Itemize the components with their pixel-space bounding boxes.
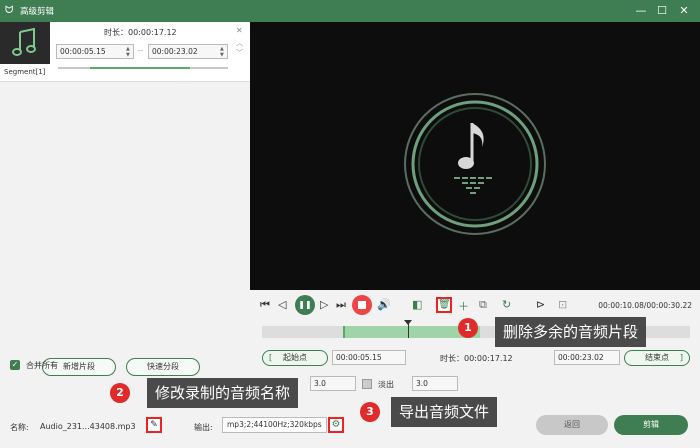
maximize-button[interactable]: ☐ — [655, 4, 669, 18]
annotation-label-3: 导出音频文件 — [391, 397, 498, 427]
cut-button[interactable]: 剪辑 — [614, 415, 688, 435]
pause-button[interactable]: ❚❚ — [295, 295, 315, 315]
copy-icon[interactable]: ⧉ — [479, 298, 487, 312]
playback-controls: ⏮ ◁ ❚❚ ▷ ⏭ 🔊 ◧ 🗑 ＋ ⧉ ↻ ⊳ ⊡ 00:00:10.08/0… — [250, 292, 700, 320]
annotation-label-1: 删除多余的音频片段 — [495, 317, 647, 347]
previous-frame-icon[interactable]: ◁ — [278, 298, 286, 311]
fit-icon[interactable]: ⊡ — [558, 298, 567, 311]
edit-name-button[interactable]: ✎ — [146, 417, 162, 433]
segment-start-input[interactable]: 00:00:05.15 ▲ ▼ — [56, 44, 134, 59]
segment-start-value: 00:00:05.15 — [60, 47, 106, 56]
trim-duration: 时长：00:00:17.12 — [440, 354, 513, 363]
fade-row: 3.0 淡出 3.0 — [262, 376, 690, 392]
title-bar: ᗢ 高级剪辑 — ☐ ✕ — [0, 0, 700, 22]
fade-out-input[interactable]: 3.0 — [412, 376, 458, 391]
window-title: 高级剪辑 — [20, 7, 55, 17]
spin-icon[interactable]: ▲ ▼ — [220, 46, 226, 58]
fade-in-value: 3.0 — [314, 379, 326, 388]
annotation-number-2: 2 — [110, 383, 130, 403]
playhead[interactable] — [407, 322, 409, 338]
back-button[interactable]: 返回 — [536, 415, 608, 435]
refresh-icon[interactable]: ↻ — [502, 298, 511, 311]
output-format-field[interactable]: mp3;2;44100Hz;320kbps — [222, 417, 327, 433]
spin-icon[interactable]: ▲ ▼ — [126, 46, 132, 58]
segment-range-bar — [58, 67, 228, 69]
start-point-label: 起始点 — [283, 353, 307, 362]
segment-label: Segment[1] — [4, 68, 46, 76]
go-to-start-icon[interactable]: ⏮ — [260, 298, 270, 312]
start-point-button[interactable]: [ 起始点 — [262, 350, 328, 366]
trim-start-value: 00:00:05.15 — [336, 353, 382, 362]
fade-out-checkbox[interactable] — [362, 379, 372, 389]
volume-icon[interactable]: 🔊 — [377, 298, 391, 311]
music-note-icon — [12, 28, 36, 56]
fade-in-input[interactable]: 3.0 — [310, 376, 356, 391]
delete-segment-button[interactable]: 🗑 — [436, 297, 452, 313]
name-label: 名称: — [10, 423, 29, 432]
quick-split-button[interactable]: 快速分段 — [126, 358, 200, 376]
music-note-disc-icon — [404, 93, 546, 235]
trim-row: [ 起始点 00:00:05.15 时长：00:00:17.12 00:00:2… — [262, 350, 690, 366]
trim-end-value: 00:00:23.02 — [558, 353, 604, 362]
chevron-down-icon[interactable]: ﹀ — [236, 48, 243, 58]
go-to-end-icon[interactable]: ⏭ — [336, 298, 346, 312]
annotation-label-2: 修改录制的音频名称 — [147, 378, 299, 408]
rabbit-icon: ᗢ — [5, 5, 14, 16]
segment-panel: Segment[1] 时长：00:00:17.12 ✕ ︿ ﹀ 00:00:05… — [0, 22, 250, 402]
merge-all-checkbox[interactable]: ✓ — [10, 360, 20, 370]
annotation-number-1: 1 — [458, 318, 478, 338]
trim-end-input[interactable]: 00:00:23.02 — [554, 350, 620, 365]
remove-segment-icon[interactable]: ✕ — [236, 26, 243, 35]
chevron-up-icon[interactable]: ︿ — [236, 38, 243, 48]
next-frame-icon[interactable]: ▷ — [320, 298, 328, 311]
trim-start-input[interactable]: 00:00:05.15 — [332, 350, 406, 365]
preview-segment-icon[interactable]: ⊳ — [536, 298, 545, 311]
fade-out-value: 3.0 — [416, 379, 428, 388]
output-label: 输出: — [194, 423, 213, 432]
merge-all-label: 合并所有 — [26, 361, 58, 370]
segment-thumbnail — [0, 22, 50, 64]
fade-out-label: 淡出 — [378, 380, 394, 389]
end-point-label: 结束点 — [645, 353, 669, 362]
bottom-bar: 名称: Audio_231...43408.mp3 ✎ 输出: mp3;2;44… — [0, 410, 700, 448]
end-point-button[interactable]: 结束点 ] — [624, 350, 690, 366]
bracket-right-icon: ] — [679, 353, 683, 362]
record-stop-button[interactable] — [352, 295, 372, 315]
output-settings-button[interactable]: ⚙ — [328, 417, 344, 433]
time-readout: 00:00:10.08/00:00:30.22 — [598, 301, 692, 310]
bracket-left-icon: [ — [269, 353, 273, 362]
filename: Audio_231...43408.mp3 — [40, 422, 136, 431]
add-icon[interactable]: ＋ — [458, 298, 469, 314]
preview-area — [250, 22, 700, 290]
time-separator: -- — [138, 47, 144, 55]
segment-end-input[interactable]: 00:00:23.02 ▲ ▼ — [148, 44, 228, 59]
annotation-number-3: 3 — [360, 402, 380, 422]
segment-item[interactable]: Segment[1] 时长：00:00:17.12 ✕ ︿ ﹀ 00:00:05… — [0, 22, 250, 82]
close-button[interactable]: ✕ — [677, 4, 691, 18]
minimize-button[interactable]: — — [634, 4, 648, 18]
segment-duration: 时长：00:00:17.12 — [104, 28, 177, 37]
split-icon[interactable]: ◧ — [412, 298, 422, 311]
segment-end-value: 00:00:23.02 — [152, 47, 198, 56]
